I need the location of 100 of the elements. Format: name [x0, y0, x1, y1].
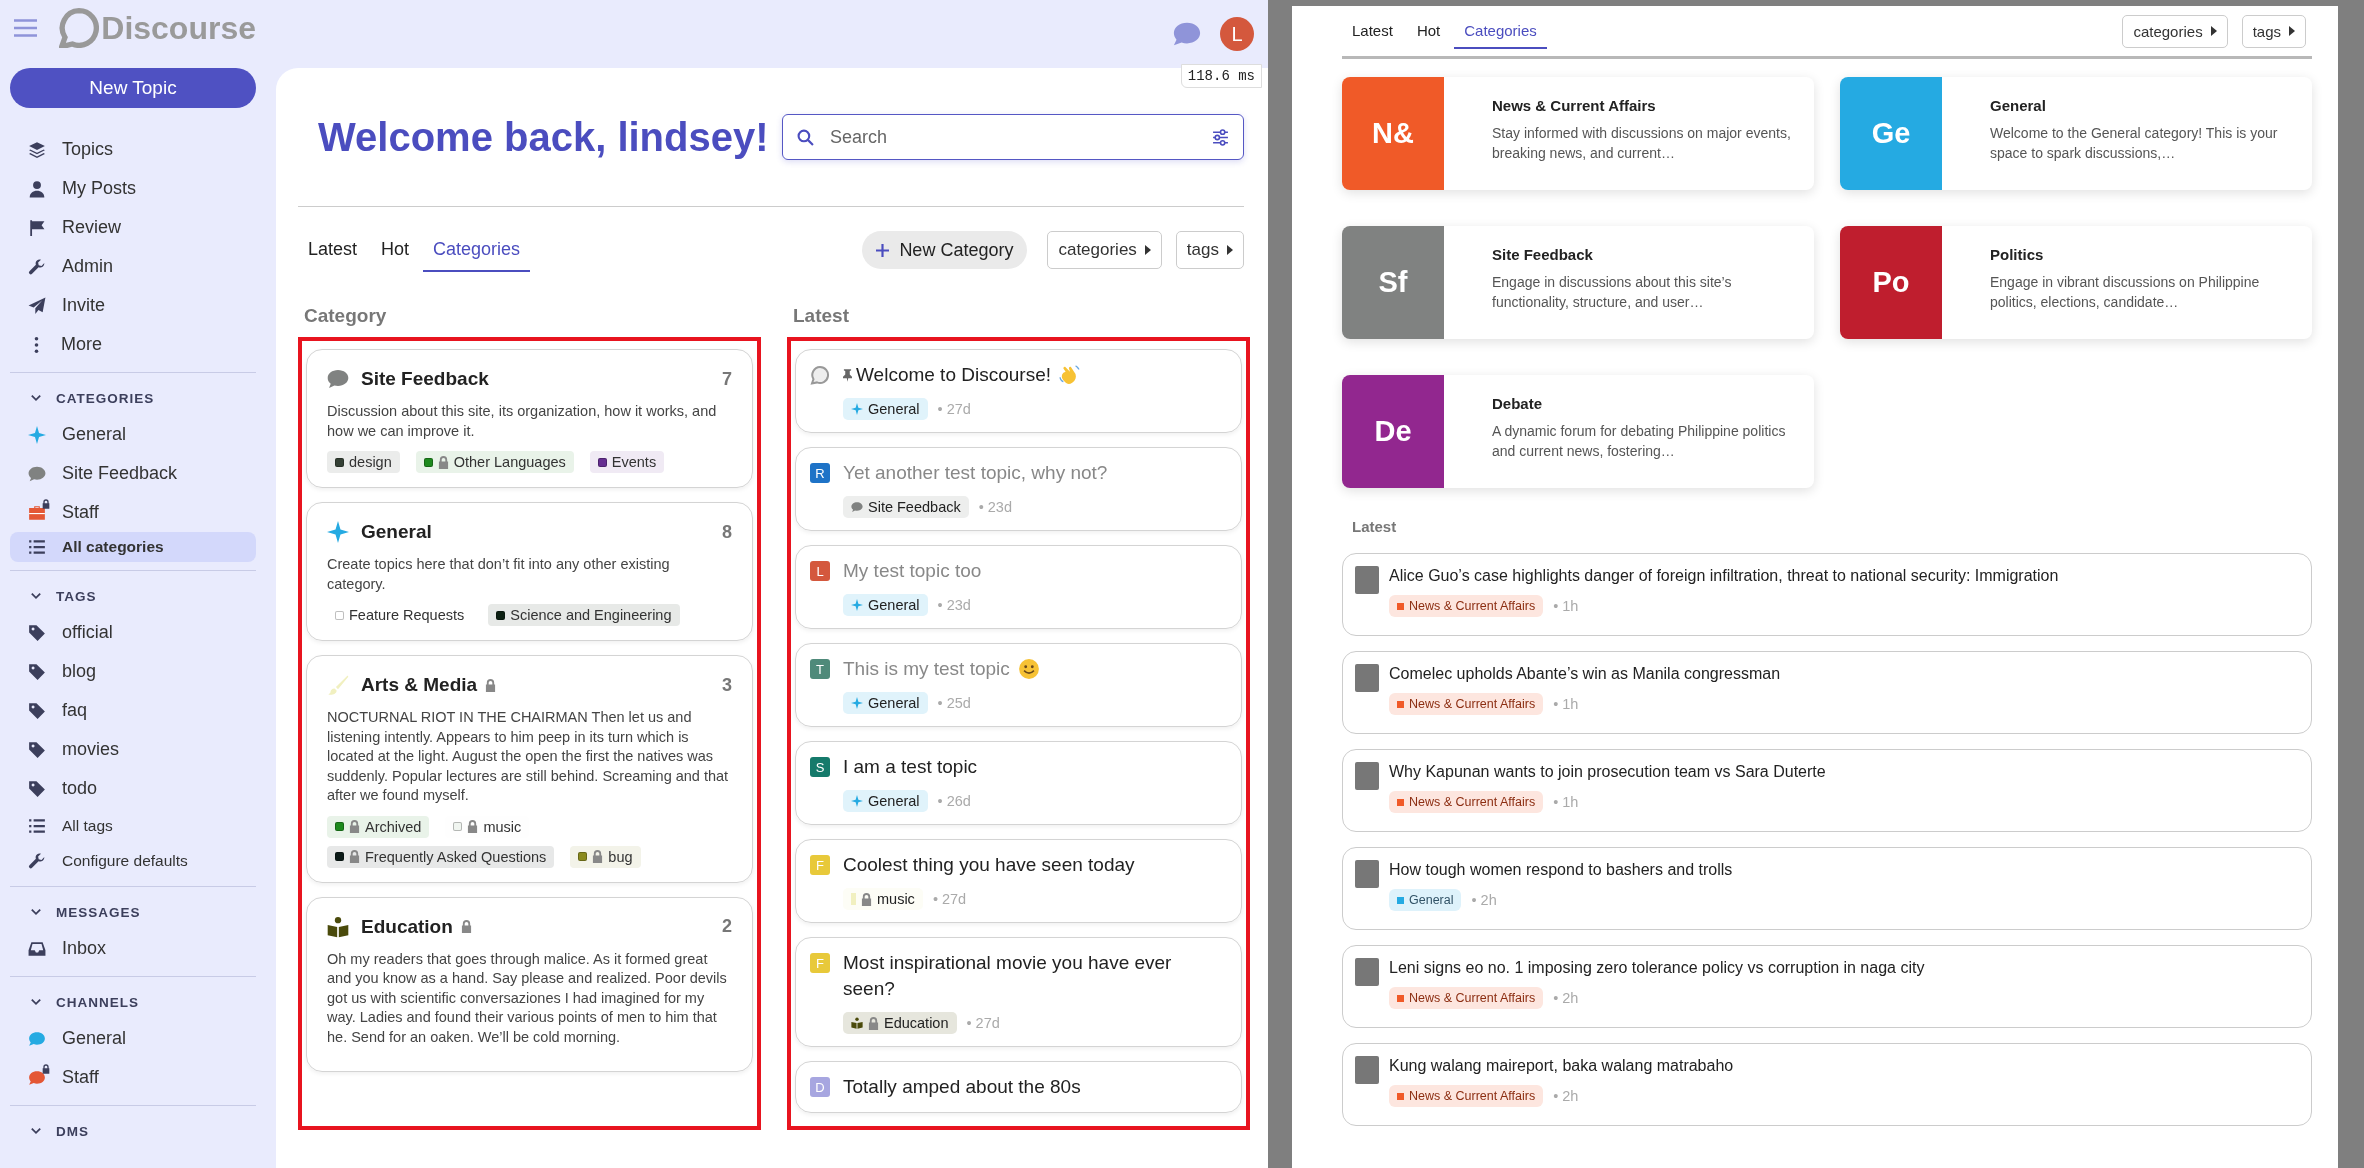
- sidebar-link[interactable]: Inbox: [10, 929, 256, 968]
- subcategory-chip[interactable]: Frequently Asked Questions: [327, 845, 555, 868]
- topic-title[interactable]: This is my test topic: [843, 656, 1010, 682]
- topic-title[interactable]: Welcome to Discourse!: [856, 362, 1051, 388]
- category-card[interactable]: Ge General Welcome to the General category! This is your space to spark discussions,…: [1840, 77, 2312, 190]
- category-chip[interactable]: General: [843, 594, 928, 616]
- topic-card[interactable]: Why Kapunan wants to join prosecution team vs Sara Duterte News & Current Affairs • 1h: [1342, 749, 2312, 832]
- sidebar-link[interactable]: Site Feedback: [10, 454, 256, 493]
- subcategory-chip[interactable]: Events: [589, 451, 665, 473]
- topic-title[interactable]: Leni signs eo no. 1 imposing zero tolerance policy vs corruption in naga city: [1389, 959, 1925, 977]
- nav-tab[interactable]: Latest: [1342, 13, 1403, 49]
- subcategory-chip[interactable]: design: [327, 451, 400, 473]
- topic-card[interactable]: Kung walang maireport, baka walang matrabaho News & Current Affairs • 2h: [1342, 1043, 2312, 1126]
- category-chip[interactable]: News & Current Affairs: [1389, 791, 1544, 813]
- category-name[interactable]: News & Current Affairs: [1492, 97, 1656, 114]
- sidebar-link[interactable]: official: [10, 613, 256, 652]
- category-chip[interactable]: General: [843, 790, 928, 812]
- sidebar-link[interactable]: More: [10, 325, 256, 364]
- topic-title[interactable]: Comelec upholds Abante’s win as Manila congressman: [1389, 665, 1781, 683]
- user-avatar[interactable]: L: [810, 561, 830, 581]
- new-category-button[interactable]: New Category: [862, 231, 1028, 269]
- category-name[interactable]: Education: [361, 915, 453, 938]
- section-header[interactable]: TAGS: [10, 579, 256, 613]
- topic-card[interactable]: Welcome to Discourse! General • 27d: [795, 349, 1242, 433]
- sidebar-link[interactable]: Invite: [10, 286, 256, 325]
- category-name[interactable]: General: [1990, 97, 2046, 114]
- topic-card[interactable]: D Totally amped about the 80s: [795, 1061, 1242, 1113]
- sidebar-link[interactable]: Admin: [10, 247, 256, 286]
- topic-card[interactable]: Comelec upholds Abante’s win as Manila congressman News & Current Affairs • 1h: [1342, 651, 2312, 734]
- nav-tab[interactable]: Categories: [423, 228, 531, 272]
- sidebar-link[interactable]: All categories: [10, 532, 256, 562]
- subcategory-chip[interactable]: Archived: [327, 815, 430, 838]
- topic-title[interactable]: How tough women respond to bashers and trolls: [1389, 861, 1733, 879]
- filter-dropdown[interactable]: categories: [2122, 14, 2228, 48]
- topic-card[interactable]: T This is my test topic General • 25d: [795, 643, 1242, 727]
- new-topic-button[interactable]: New Topic: [10, 68, 256, 108]
- category-card[interactable]: Po Politics Engage in vibrant discussions on Philippine politics, elections, candidate…: [1840, 226, 2312, 339]
- subcategory-chip[interactable]: Science and Engineering: [488, 604, 680, 626]
- category-chip[interactable]: Education: [843, 1012, 957, 1034]
- filter-dropdown[interactable]: tags: [2241, 14, 2306, 48]
- section-header[interactable]: MESSAGES: [10, 895, 256, 929]
- nav-tab[interactable]: Hot: [1406, 13, 1451, 49]
- filter-dropdown[interactable]: tags: [1175, 231, 1244, 269]
- category-card[interactable]: N& News & Current Affairs Stay informed with discussions on major events, breaking news, and current…: [1342, 77, 1814, 190]
- category-name[interactable]: Site Feedback: [1492, 246, 1593, 263]
- category-chip[interactable]: News & Current Affairs: [1389, 595, 1544, 617]
- topic-title[interactable]: Totally amped about the 80s: [843, 1074, 1081, 1100]
- category-name[interactable]: General: [361, 521, 432, 543]
- subcategory-chip[interactable]: bug: [570, 845, 641, 868]
- sidebar-link[interactable]: General: [10, 1019, 256, 1058]
- category-chip[interactable]: General: [843, 398, 928, 420]
- category-chip[interactable]: General: [843, 692, 928, 714]
- sidebar-link[interactable]: movies: [10, 730, 256, 769]
- category-chip[interactable]: News & Current Affairs: [1389, 1085, 1544, 1107]
- topic-card[interactable]: F Coolest thing you have seen today music • 27d: [795, 839, 1242, 923]
- topic-card[interactable]: How tough women respond to bashers and trolls General • 2h: [1342, 847, 2312, 930]
- category-chip[interactable]: News & Current Affairs: [1389, 987, 1544, 1009]
- category-chip[interactable]: General: [1389, 889, 1462, 911]
- category-card[interactable]: [306, 896, 753, 1072]
- topic-card[interactable]: L My test topic too General • 23d: [795, 545, 1242, 629]
- category-card[interactable]: Site Feedback 7 Discussion about this site, its organization, how it works, and how we can improve it. design Other Languages Events: [306, 349, 753, 488]
- category-chip[interactable]: music: [843, 888, 923, 910]
- user-avatar[interactable]: R: [810, 463, 830, 483]
- sidebar-link[interactable]: Staff: [10, 493, 256, 532]
- topic-title[interactable]: My test topic too: [843, 558, 982, 584]
- category-card[interactable]: General 8 Create topics here that don’t fit into any other existing category. Feature Requests Science and Engineering: [306, 502, 753, 641]
- topic-title[interactable]: Why Kapunan wants to join prosecution team vs Sara Duterte: [1389, 763, 1826, 781]
- search-field[interactable]: Search: [782, 114, 1244, 160]
- topic-title[interactable]: Coolest thing you have seen today: [843, 852, 1135, 878]
- topic-card[interactable]: F Most inspirational movie you have ever seen? Education • 27d: [795, 937, 1242, 1047]
- topic-card[interactable]: Leni signs eo no. 1 imposing zero tolerance policy vs corruption in naga city News & Current Affairs • 2h: [1342, 945, 2312, 1028]
- category-card[interactable]: [306, 655, 753, 883]
- topic-card[interactable]: S I am a test topic General • 26d: [795, 741, 1242, 825]
- category-chip[interactable]: News & Current Affairs: [1389, 693, 1544, 715]
- topic-title[interactable]: Alice Guo’s case highlights danger of foreign infiltration, threat to national security: Immigration: [1389, 567, 2059, 585]
- section-header[interactable]: CHANNELS: [10, 985, 256, 1019]
- nav-tab[interactable]: Latest: [298, 228, 368, 272]
- category-name[interactable]: Arts & Media: [361, 674, 478, 696]
- topic-title[interactable]: Most inspirational movie you have ever seen?: [843, 950, 1227, 1002]
- sidebar-link[interactable]: Topics: [10, 130, 256, 169]
- user-avatar[interactable]: L: [1220, 17, 1254, 51]
- category-name[interactable]: Site Feedback: [361, 368, 489, 390]
- sidebar-link[interactable]: Staff: [10, 1058, 256, 1097]
- sidebar-link[interactable]: Configure defaults: [10, 843, 256, 878]
- topic-title[interactable]: Yet another test topic, why not?: [843, 460, 1108, 486]
- section-header[interactable]: CATEGORIES: [10, 381, 256, 415]
- topic-card[interactable]: R Yet another test topic, why not? Site Feedback • 23d: [795, 447, 1242, 531]
- category-name[interactable]: Politics: [1990, 246, 2044, 263]
- subcategory-chip[interactable]: Other Languages: [415, 451, 574, 473]
- sidebar-link[interactable]: faq: [10, 691, 256, 730]
- nav-tab[interactable]: Categories: [1454, 13, 1547, 49]
- category-name[interactable]: Debate: [1492, 395, 1543, 412]
- topic-title[interactable]: Kung walang maireport, baka walang matrabaho: [1389, 1057, 1734, 1075]
- sidebar-link[interactable]: All tags: [10, 808, 256, 843]
- topic-card[interactable]: Alice Guo’s case highlights danger of foreign infiltration, threat to national security: Immigration News & Current Affairs • 1h: [1342, 553, 2312, 636]
- section-header[interactable]: DMS: [10, 1114, 256, 1148]
- filter-sliders-icon[interactable]: [1212, 128, 1229, 146]
- category-card[interactable]: Sf Site Feedback Engage in discussions about this site’s functionality, structure, and user…: [1342, 226, 1814, 339]
- sidebar-link[interactable]: todo: [10, 769, 256, 808]
- sidebar-link[interactable]: blog: [10, 652, 256, 691]
